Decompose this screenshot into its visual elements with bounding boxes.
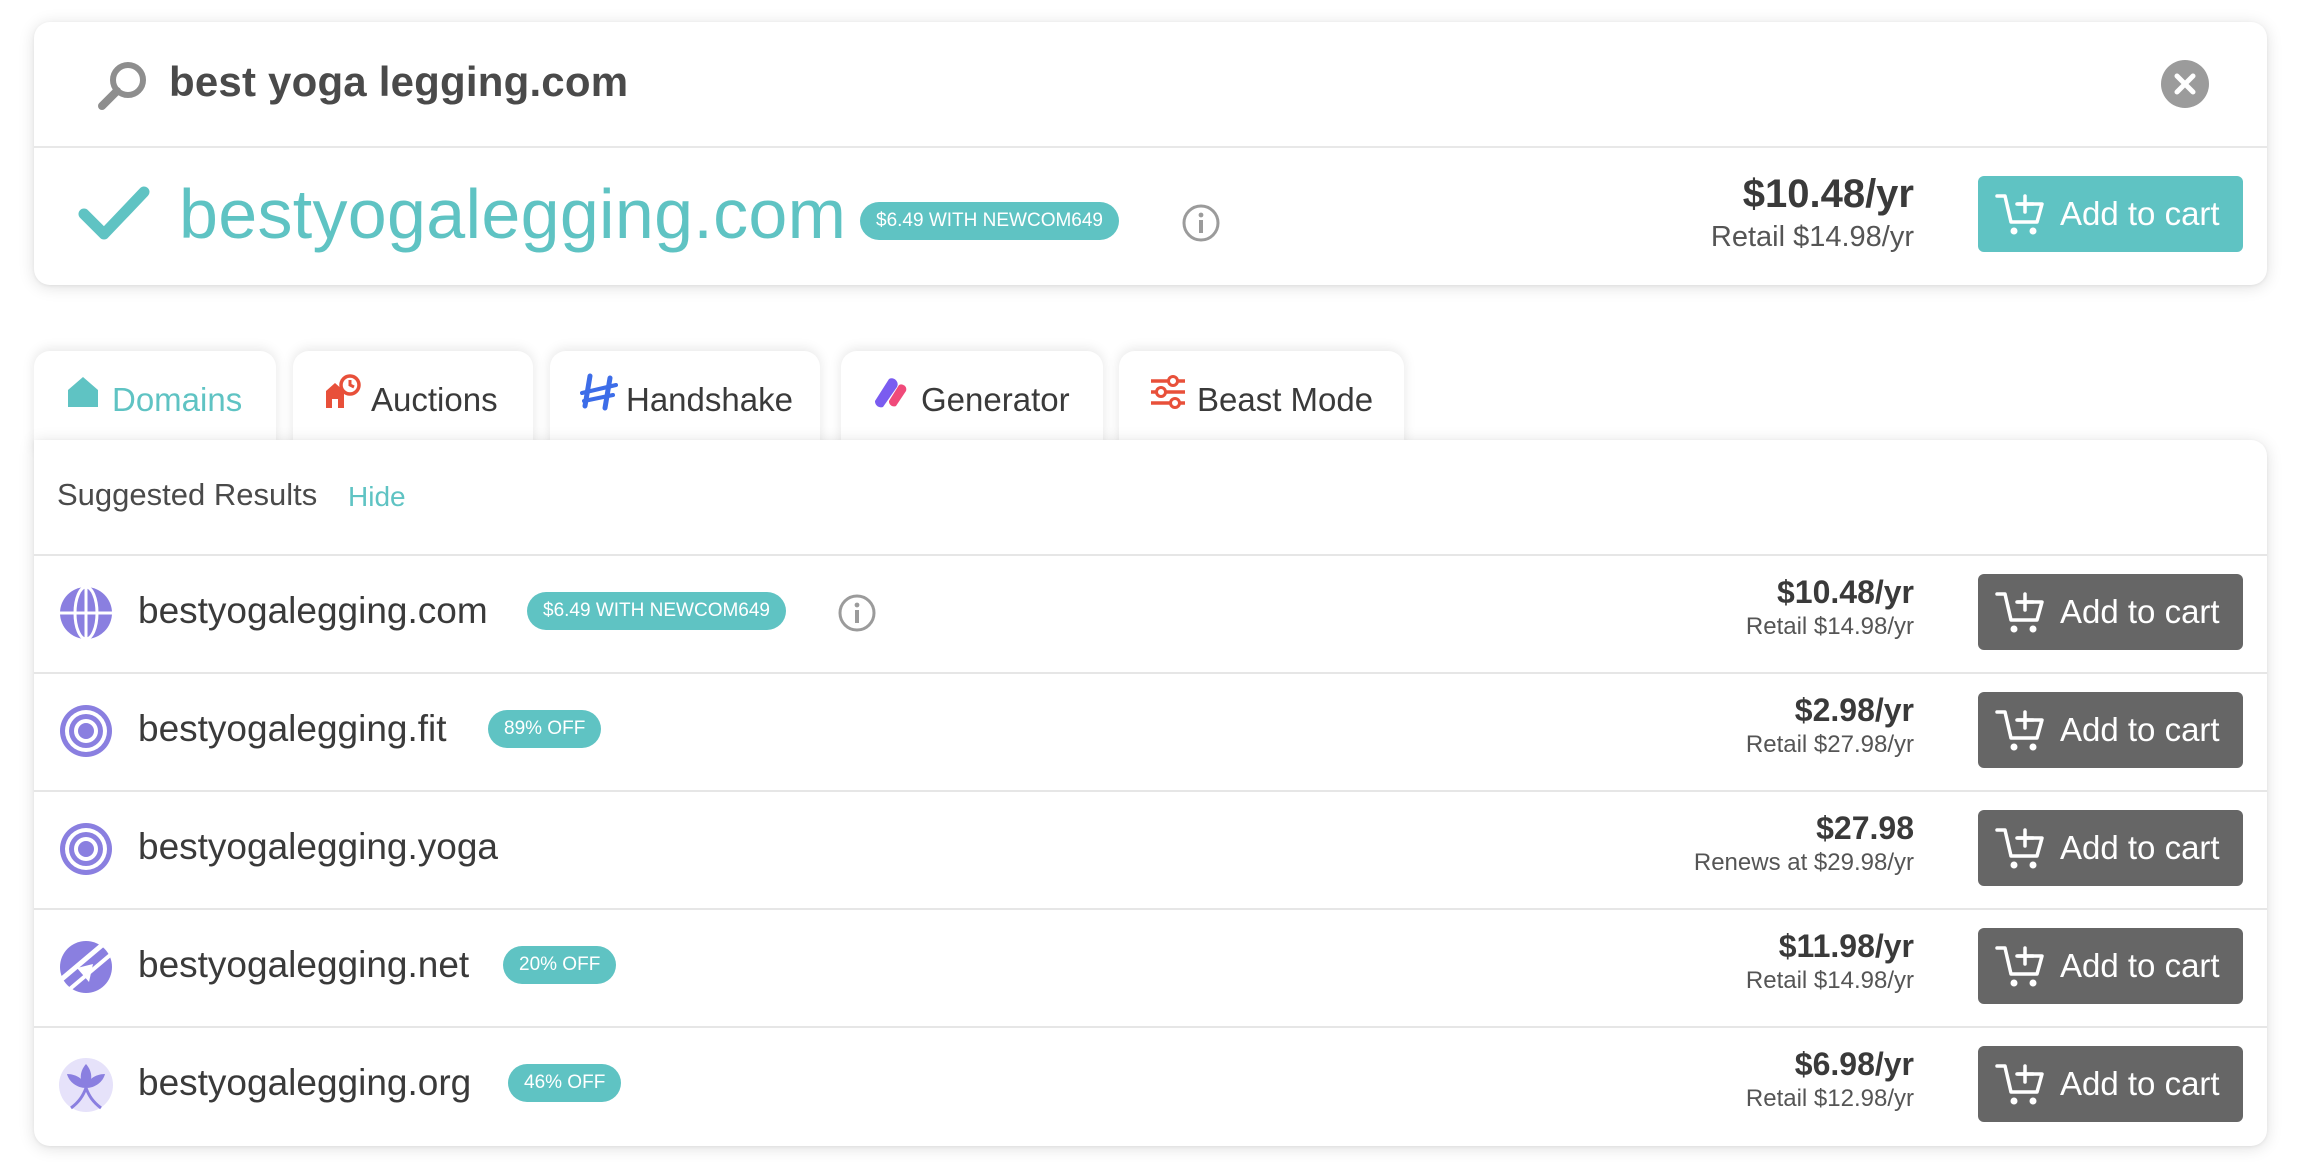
retail-price: Retail $14.98/yr (1745, 613, 1914, 640)
cart-icon (1995, 1064, 2044, 1105)
suggested-results-panel: Suggested Results Hide bestyogalegging.c… (34, 440, 2267, 1146)
search-icon (98, 62, 146, 110)
auction-icon (326, 374, 361, 408)
cart-icon (1995, 592, 2044, 633)
tab-beast-mode[interactable]: Beast Mode (1119, 351, 1404, 451)
cart-icon (1995, 828, 2044, 869)
tab-domains[interactable]: Domains (34, 351, 276, 451)
add-to-cart-label: Add to cart (2060, 195, 2220, 232)
price-block: $27.98 Renews at $29.98/yr (1694, 810, 1914, 877)
retail-price: Retail $14.98/yr (1710, 221, 1914, 253)
add-to-cart-button[interactable]: Add to cart (1978, 810, 2243, 886)
price: $27.98 (1816, 810, 1914, 846)
search-bar: best yoga legging.com (34, 22, 2267, 148)
tab-generator[interactable]: Generator (841, 351, 1103, 451)
price-block: $2.98/yr Retail $27.98/yr (1746, 692, 1914, 759)
info-icon[interactable] (837, 593, 877, 633)
renewal-price: Renews at $29.98/yr (1693, 849, 1914, 876)
retail-price: Retail $12.98/yr (1745, 1085, 1914, 1112)
price: $6.98/yr (1794, 1046, 1914, 1082)
cart-icon (1995, 710, 2044, 751)
clear-search-button[interactable] (2161, 60, 2209, 108)
tab-handshake[interactable]: Handshake (550, 351, 820, 451)
price-block: $11.98/yr Retail $14.98/yr (1746, 928, 1914, 995)
promo-badge: $6.49 WITH NEWCOM649 (860, 202, 1119, 240)
domain-name[interactable]: bestyogalegging.org (138, 1062, 471, 1104)
domain-name[interactable]: bestyogalegging.com (138, 590, 488, 632)
promo-badge: 20% OFF (503, 946, 617, 984)
target-icon (60, 823, 112, 875)
domain-name[interactable]: bestyogalegging.fit (138, 708, 447, 750)
result-row: bestyogalegging.fit 89% OFF $2.98/yr Ret… (34, 672, 2267, 792)
price-block: $6.98/yr Retail $12.98/yr (1746, 1046, 1914, 1113)
net-planet-icon (60, 941, 112, 993)
add-to-cart-button[interactable]: Add to cart (1978, 928, 2243, 1004)
result-row: bestyogalegging.net 20% OFF $11.98/yr Re… (34, 908, 2267, 1028)
add-to-cart-button[interactable]: Add to cart (1978, 574, 2243, 650)
sliders-icon (1151, 375, 1185, 409)
target-icon (60, 705, 112, 757)
lotus-icon (59, 1058, 113, 1112)
tab-label: Beast Mode (1197, 381, 1374, 418)
tab-label: Generator (921, 381, 1070, 418)
add-to-cart-label: Add to cart (2060, 593, 2220, 630)
retail-price: Retail $14.98/yr (1745, 967, 1914, 994)
tab-label: Domains (112, 381, 243, 418)
results-header: Suggested Results Hide (34, 440, 2267, 556)
price: $11.98/yr (1778, 928, 1914, 964)
hide-link[interactable]: Hide (348, 481, 406, 513)
price: $10.48/yr (1742, 172, 1914, 216)
exact-match-price: $10.48/yr Retail $14.98/yr (1711, 172, 1914, 254)
promo-badge: 89% OFF (488, 710, 602, 748)
price: $10.48/yr (1776, 574, 1914, 610)
exact-match-result: bestyogalegging.com $6.49 WITH NEWCOM649… (34, 146, 2267, 285)
exact-match-domain: bestyogalegging.com (179, 175, 847, 253)
domain-name[interactable]: bestyogalegging.net (138, 944, 469, 986)
globe-icon (60, 585, 112, 641)
home-icon (68, 377, 98, 407)
add-to-cart-label: Add to cart (2060, 947, 2220, 984)
promo-badge: $6.49 WITH NEWCOM649 (527, 592, 786, 630)
checkmark-icon (78, 186, 150, 240)
close-icon (2174, 73, 2196, 95)
generator-icon (874, 378, 907, 408)
add-to-cart-button[interactable]: Add to cart (1978, 1046, 2243, 1122)
result-row: bestyogalegging.yoga $27.98 Renews at $2… (34, 790, 2267, 910)
add-to-cart-button[interactable]: Add to cart (1978, 176, 2243, 252)
add-to-cart-label: Add to cart (2060, 1065, 2220, 1102)
suggested-results-title: Suggested Results (57, 477, 318, 512)
add-to-cart-button[interactable]: Add to cart (1978, 692, 2243, 768)
cart-icon (1995, 194, 2044, 235)
info-icon[interactable] (1181, 203, 1221, 243)
cart-icon (1995, 946, 2044, 987)
add-to-cart-label: Add to cart (2060, 829, 2220, 866)
tab-label: Auctions (371, 381, 498, 418)
promo-badge: 46% OFF (508, 1064, 622, 1102)
price-block: $10.48/yr Retail $14.98/yr (1746, 574, 1914, 641)
handshake-icon (580, 373, 618, 411)
retail-price: Retail $27.98/yr (1745, 731, 1914, 758)
search-input[interactable]: best yoga legging.com (169, 58, 628, 106)
price: $2.98/yr (1794, 692, 1914, 728)
tab-label: Handshake (626, 381, 793, 418)
result-row: bestyogalegging.com $6.49 WITH NEWCOM649… (34, 554, 2267, 674)
result-row: bestyogalegging.org 46% OFF $6.98/yr Ret… (34, 1026, 2267, 1144)
add-to-cart-label: Add to cart (2060, 711, 2220, 748)
search-card: best yoga legging.com bestyogalegging.co… (34, 22, 2267, 285)
tab-auctions[interactable]: Auctions (293, 351, 533, 451)
domain-name[interactable]: bestyogalegging.yoga (138, 826, 498, 868)
